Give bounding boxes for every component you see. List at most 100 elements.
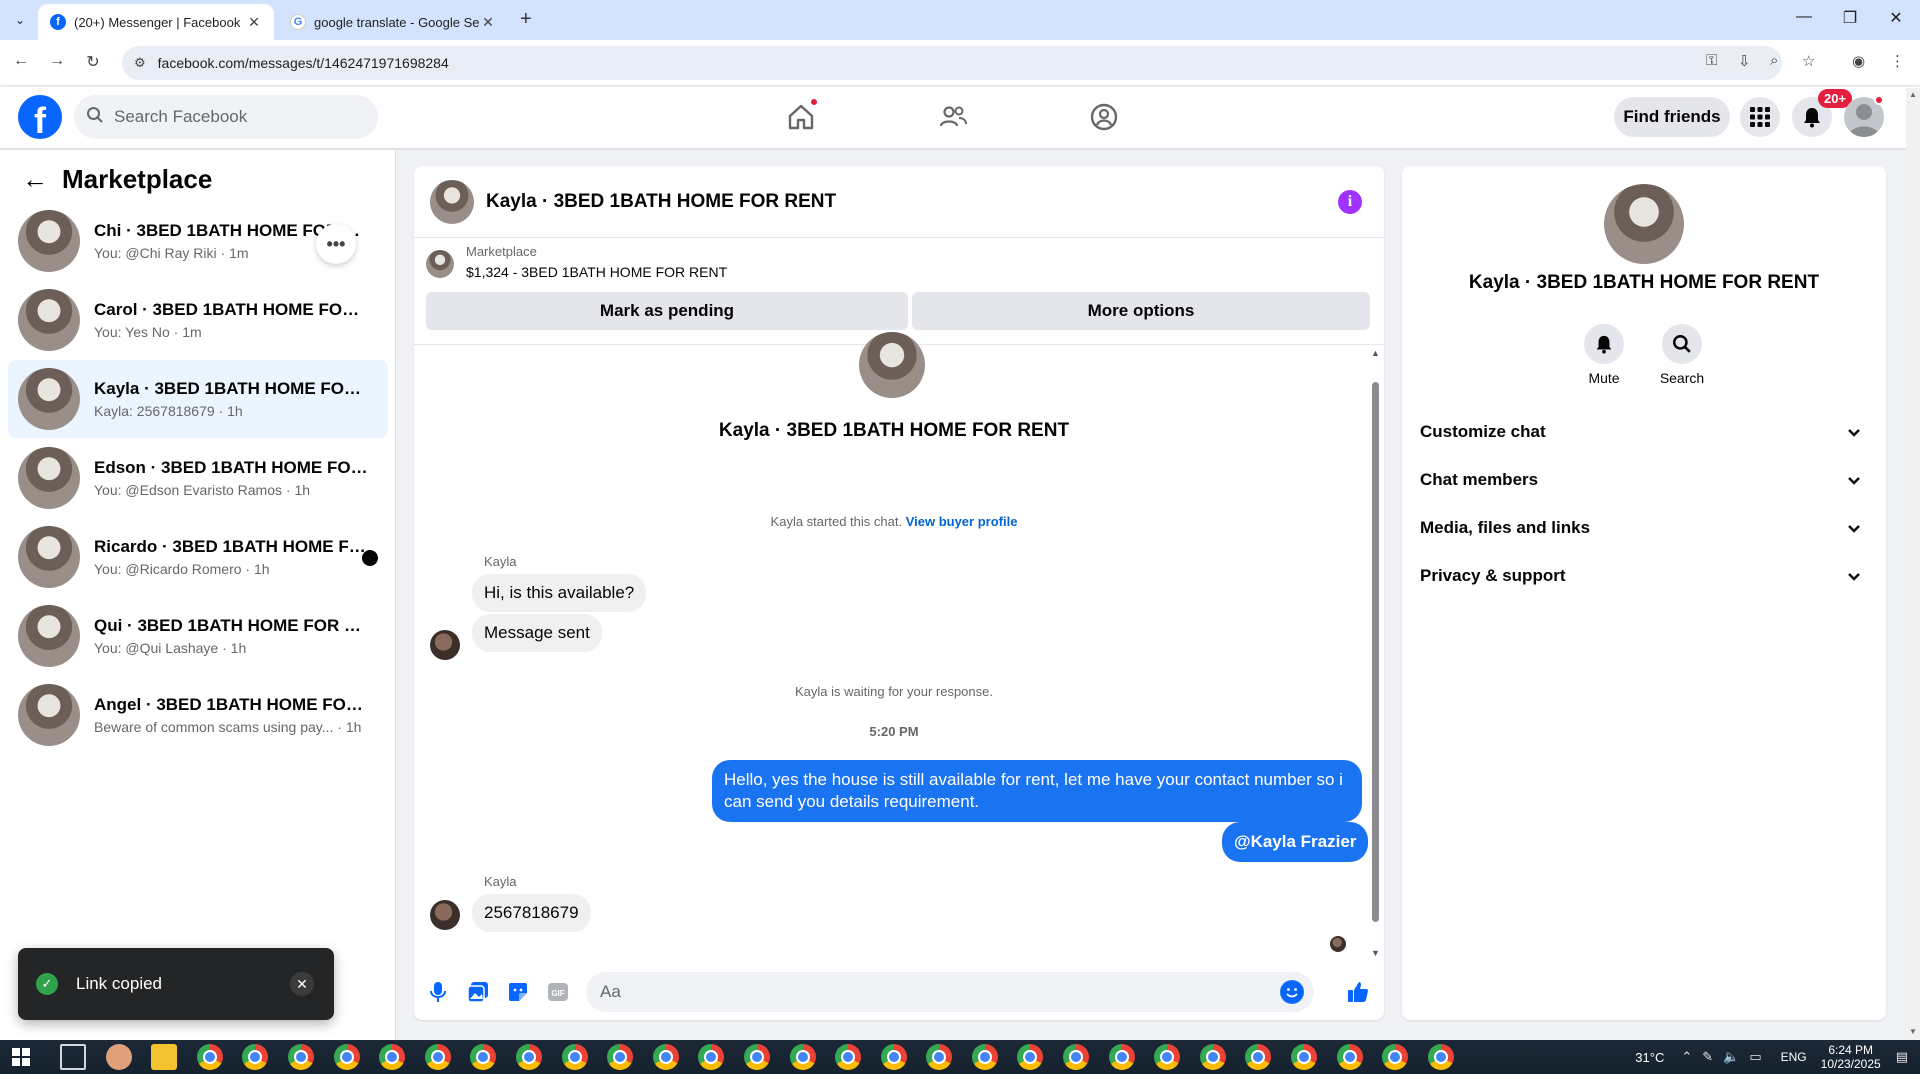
notification-center-icon[interactable]: ▤ — [1896, 1049, 1908, 1065]
chrome-icon[interactable] — [1199, 1044, 1226, 1070]
back-arrow-icon[interactable]: ← — [10, 52, 32, 74]
app-icon[interactable] — [105, 1044, 132, 1070]
chrome-icon[interactable] — [1427, 1044, 1454, 1070]
chrome-icon[interactable] — [196, 1044, 223, 1070]
speaker-icon[interactable]: 🔈 — [1723, 1049, 1739, 1065]
password-key-icon[interactable]: ⚿ — [1706, 52, 1717, 69]
microphone-icon[interactable] — [424, 978, 452, 1006]
conversation-item[interactable]: Angel · 3BED 1BATH HOME FOR R... Beware o… — [8, 676, 388, 754]
privacy-support-section[interactable]: Privacy & support — [1410, 554, 1878, 598]
friends-icon[interactable] — [933, 99, 973, 135]
close-tab-icon[interactable]: ✕ — [480, 14, 496, 31]
chrome-icon[interactable] — [743, 1044, 770, 1070]
menu-kebab-icon[interactable]: ⋮ — [1890, 52, 1905, 70]
close-tab-icon[interactable]: ✕ — [246, 14, 262, 31]
outgoing-message[interactable]: @Kayla Frazier — [1222, 822, 1369, 862]
bell-icon[interactable] — [1584, 324, 1624, 364]
chrome-icon[interactable] — [333, 1044, 360, 1070]
address-bar[interactable]: ⚙ facebook.com/messages/t/14624719716982… — [122, 46, 1782, 80]
mark-as-pending-button[interactable]: Mark as pending — [426, 292, 908, 330]
site-info-icon[interactable]: ⚙ — [134, 55, 146, 71]
weather-widget[interactable]: 31°C — [1635, 1050, 1664, 1065]
scroll-thumb[interactable] — [1372, 382, 1379, 922]
language-indicator[interactable]: ENG — [1781, 1050, 1807, 1064]
tab-google-translate[interactable]: G google translate - Google Sear ✕ — [278, 4, 508, 40]
info-icon[interactable]: i — [1338, 190, 1362, 214]
chat-scrollbar[interactable]: ▲ ▼ — [1370, 348, 1380, 958]
chrome-icon[interactable] — [1108, 1044, 1135, 1070]
groups-icon[interactable] — [1084, 99, 1124, 135]
back-arrow-icon[interactable]: ← — [22, 164, 48, 195]
minimize-button[interactable]: — — [1782, 8, 1826, 26]
facebook-search-box[interactable] — [74, 95, 378, 139]
scroll-up-arrow-icon[interactable]: ▲ — [1909, 90, 1917, 99]
photo-icon[interactable] — [464, 978, 492, 1006]
home-icon[interactable] — [781, 97, 821, 135]
chrome-icon[interactable] — [789, 1044, 816, 1070]
chrome-icon[interactable] — [1382, 1044, 1409, 1070]
install-app-icon[interactable]: ⇩ — [1738, 52, 1751, 70]
chrome-icon[interactable] — [926, 1044, 953, 1070]
emoji-icon[interactable] — [1280, 980, 1304, 1004]
scroll-down-arrow-icon[interactable]: ▼ — [1909, 1027, 1917, 1036]
network-icon[interactable]: ▭ — [1749, 1049, 1761, 1065]
search-action[interactable]: Search — [1642, 324, 1722, 386]
chrome-icon[interactable] — [835, 1044, 862, 1070]
chrome-icon[interactable] — [652, 1044, 679, 1070]
tab-messenger[interactable]: f (20+) Messenger | Facebook ✕ — [38, 4, 274, 40]
mute-action[interactable]: Mute — [1564, 324, 1644, 386]
conversation-item[interactable]: Qui · 3BED 1BATH HOME FOR RENT You: @Qui … — [8, 597, 388, 675]
chrome-icon[interactable] — [1063, 1044, 1090, 1070]
search-icon[interactable] — [1662, 324, 1702, 364]
chrome-icon[interactable] — [1245, 1044, 1272, 1070]
outgoing-message[interactable]: Hello, yes the house is still available … — [712, 760, 1362, 822]
scroll-up-arrow-icon[interactable]: ▲ — [1371, 348, 1380, 358]
scroll-down-arrow-icon[interactable]: ▼ — [1371, 948, 1380, 958]
chrome-icon[interactable] — [971, 1044, 998, 1070]
chrome-icon[interactable] — [379, 1044, 406, 1070]
close-icon[interactable]: ✕ — [290, 972, 314, 996]
page-scrollbar[interactable]: ▲ ▼ — [1906, 88, 1920, 1038]
chrome-icon[interactable] — [1154, 1044, 1181, 1070]
chrome-icon[interactable] — [698, 1044, 725, 1070]
incoming-message[interactable]: 2567818679 — [472, 894, 591, 932]
pen-icon[interactable]: ✎ — [1702, 1049, 1713, 1065]
view-buyer-profile-link[interactable]: View buyer profile — [906, 514, 1018, 529]
file-explorer-icon[interactable] — [151, 1044, 178, 1070]
chrome-icon[interactable] — [1291, 1044, 1318, 1070]
menu-grid-icon[interactable] — [1740, 97, 1780, 137]
chevron-up-icon[interactable]: ⌃ — [1681, 1049, 1692, 1065]
chrome-icon[interactable] — [1017, 1044, 1044, 1070]
more-options-button[interactable]: More options — [912, 292, 1370, 330]
chrome-icon[interactable] — [242, 1044, 269, 1070]
windows-start-icon[interactable] — [12, 1048, 30, 1066]
conversation-item[interactable]: Ricardo · 3BED 1BATH HOME FO... You: @Ric… — [8, 518, 388, 596]
chrome-icon[interactable] — [470, 1044, 497, 1070]
task-view-icon[interactable] — [60, 1044, 86, 1070]
taskbar-clock[interactable]: 6:24 PM 10/23/2025 — [1821, 1043, 1881, 1071]
sticker-icon[interactable] — [504, 978, 532, 1006]
chrome-icon[interactable] — [607, 1044, 634, 1070]
chrome-icon[interactable] — [561, 1044, 588, 1070]
sender-avatar[interactable] — [430, 630, 460, 660]
gif-icon[interactable]: GIF — [544, 978, 572, 1006]
like-thumbs-up-icon[interactable] — [1344, 978, 1372, 1006]
maximize-button[interactable]: ❐ — [1828, 8, 1872, 28]
zoom-icon[interactable]: ⌕ — [1770, 52, 1778, 69]
chrome-icon[interactable] — [515, 1044, 542, 1070]
forward-arrow-icon[interactable]: → — [46, 52, 68, 74]
bookmark-star-icon[interactable]: ☆ — [1802, 52, 1815, 70]
chat-avatar[interactable] — [430, 179, 474, 224]
customize-chat-section[interactable]: Customize chat — [1410, 410, 1878, 454]
message-input-box[interactable] — [586, 972, 1314, 1012]
conversation-options-button[interactable]: ••• — [316, 224, 356, 264]
search-input[interactable] — [114, 107, 354, 127]
conversation-item[interactable]: Edson · 3BED 1BATH HOME FOR R... You: @Ed… — [8, 439, 388, 517]
incoming-message[interactable]: Hi, is this available? — [472, 574, 647, 612]
close-window-button[interactable]: ✕ — [1874, 8, 1918, 28]
sender-avatar[interactable] — [430, 900, 460, 930]
new-tab-button[interactable]: + — [520, 8, 532, 31]
profile-icon[interactable]: ◉ — [1852, 52, 1865, 70]
chrome-icon[interactable] — [880, 1044, 907, 1070]
chat-members-section[interactable]: Chat members — [1410, 458, 1878, 502]
